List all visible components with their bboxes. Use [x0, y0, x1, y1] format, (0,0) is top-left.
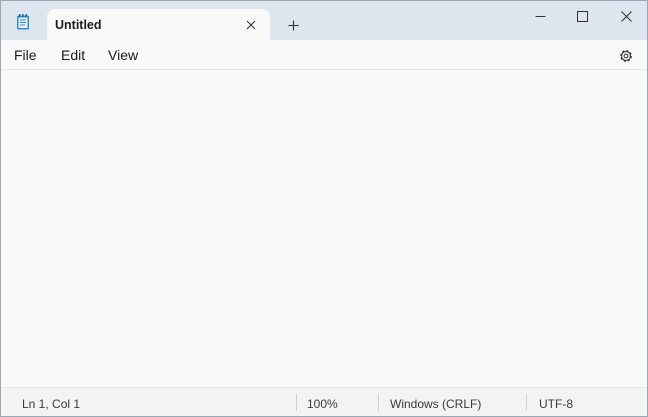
status-divider — [378, 394, 379, 411]
status-divider — [526, 394, 527, 411]
notepad-window: Untitled File Edit View Ln 1, Col 1 100%… — [0, 0, 648, 417]
plus-icon[interactable] — [283, 15, 303, 35]
title-bar[interactable]: Untitled — [1, 1, 647, 41]
tab-title: Untitled — [55, 18, 102, 32]
minimize-icon[interactable] — [520, 5, 560, 27]
maximize-icon[interactable] — [562, 5, 602, 27]
close-tab-icon[interactable] — [241, 15, 261, 35]
line-ending[interactable]: Windows (CRLF) — [390, 397, 481, 411]
menu-edit[interactable]: Edit — [61, 47, 85, 63]
text-editor[interactable] — [1, 71, 647, 387]
menu-file[interactable]: File — [14, 47, 37, 63]
status-divider — [296, 394, 297, 411]
close-icon[interactable] — [606, 5, 646, 27]
zoom-level[interactable]: 100% — [307, 397, 338, 411]
menu-bar: File Edit View — [1, 40, 647, 70]
notepad-icon — [14, 13, 32, 31]
cursor-position: Ln 1, Col 1 — [22, 397, 81, 411]
tab-untitled[interactable]: Untitled — [47, 9, 270, 41]
menu-view[interactable]: View — [108, 47, 138, 63]
encoding[interactable]: UTF-8 — [539, 397, 573, 411]
status-bar: Ln 1, Col 1 100% Windows (CRLF) UTF-8 — [1, 387, 647, 416]
gear-icon[interactable] — [616, 46, 636, 66]
